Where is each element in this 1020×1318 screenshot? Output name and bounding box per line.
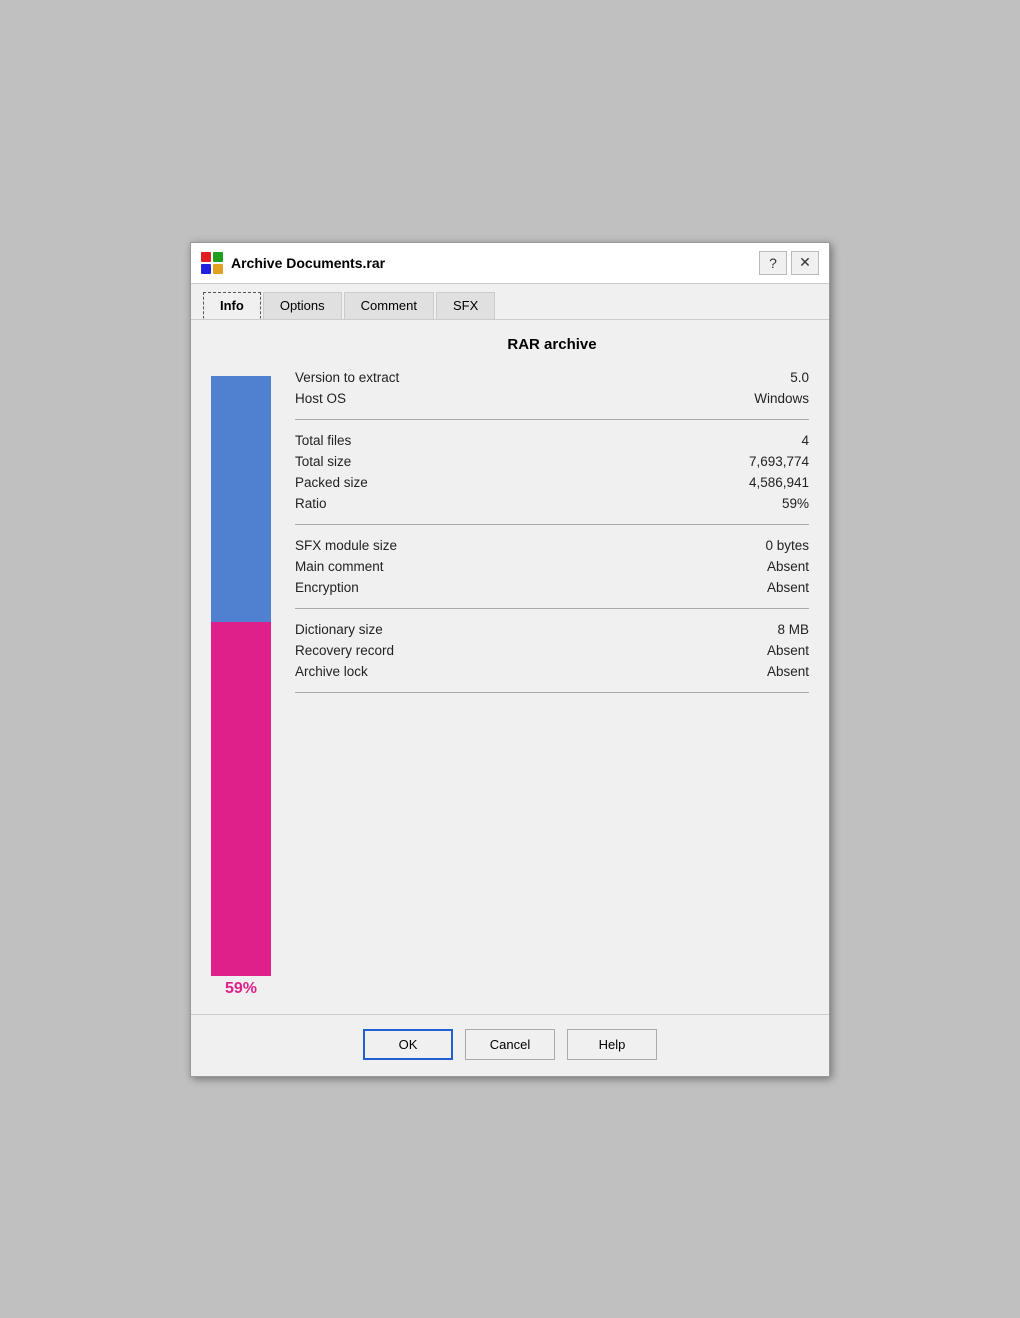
content-area: 59% RAR archive Version to extract 5.0 H…	[191, 320, 829, 1014]
main-window: Archive Documents.rar ? ✕ Info Options C…	[190, 242, 830, 1077]
ok-button[interactable]: OK	[363, 1029, 453, 1060]
value-dict-size: 8 MB	[777, 622, 809, 637]
row-hostos: Host OS Windows	[295, 388, 809, 409]
label-main-comment: Main comment	[295, 559, 384, 574]
ratio-label: 59%	[225, 980, 257, 998]
title-bar-controls: ? ✕	[759, 251, 819, 275]
title-bar: Archive Documents.rar ? ✕	[191, 243, 829, 284]
row-sfx-module: SFX module size 0 bytes	[295, 535, 809, 556]
value-recovery-record: Absent	[767, 643, 809, 658]
label-total-size: Total size	[295, 454, 351, 469]
label-total-files: Total files	[295, 433, 351, 448]
label-version: Version to extract	[295, 370, 399, 385]
info-area: RAR archive Version to extract 5.0 Host …	[295, 336, 809, 998]
value-packed-size: 4,586,941	[749, 475, 809, 490]
info-group-3: SFX module size 0 bytes Main comment Abs…	[295, 535, 809, 598]
label-encryption: Encryption	[295, 580, 359, 595]
row-total-files: Total files 4	[295, 430, 809, 451]
divider-4	[295, 692, 809, 693]
row-packed-size: Packed size 4,586,941	[295, 472, 809, 493]
main-area: 59% RAR archive Version to extract 5.0 H…	[211, 336, 809, 998]
row-version: Version to extract 5.0	[295, 367, 809, 388]
divider-2	[295, 524, 809, 525]
value-version: 5.0	[790, 370, 809, 385]
label-ratio: Ratio	[295, 496, 327, 511]
row-main-comment: Main comment Absent	[295, 556, 809, 577]
tab-info[interactable]: Info	[203, 292, 261, 319]
label-dict-size: Dictionary size	[295, 622, 383, 637]
window-title: Archive Documents.rar	[231, 255, 759, 271]
label-hostos: Host OS	[295, 391, 346, 406]
divider-3	[295, 608, 809, 609]
row-total-size: Total size 7,693,774	[295, 451, 809, 472]
value-encryption: Absent	[767, 580, 809, 595]
section-title: RAR archive	[295, 336, 809, 353]
tab-bar: Info Options Comment SFX	[191, 284, 829, 320]
tab-sfx[interactable]: SFX	[436, 292, 495, 319]
footer: OK Cancel Help	[191, 1014, 829, 1076]
value-sfx-module: 0 bytes	[765, 538, 809, 553]
tab-comment[interactable]: Comment	[344, 292, 434, 319]
chart-area: 59%	[211, 336, 271, 998]
value-archive-lock: Absent	[767, 664, 809, 679]
cancel-button[interactable]: Cancel	[465, 1029, 555, 1060]
value-total-size: 7,693,774	[749, 454, 809, 469]
value-main-comment: Absent	[767, 559, 809, 574]
row-recovery-record: Recovery record Absent	[295, 640, 809, 661]
info-group-4: Dictionary size 8 MB Recovery record Abs…	[295, 619, 809, 682]
row-dict-size: Dictionary size 8 MB	[295, 619, 809, 640]
tab-options[interactable]: Options	[263, 292, 342, 319]
help-button[interactable]: ?	[759, 251, 787, 275]
help-footer-button[interactable]: Help	[567, 1029, 657, 1060]
row-ratio: Ratio 59%	[295, 493, 809, 514]
bar-packed	[211, 376, 271, 622]
app-icon	[201, 252, 223, 274]
value-ratio: 59%	[782, 496, 809, 511]
label-sfx-module: SFX module size	[295, 538, 397, 553]
value-hostos: Windows	[754, 391, 809, 406]
label-archive-lock: Archive lock	[295, 664, 368, 679]
info-group-1: Version to extract 5.0 Host OS Windows	[295, 367, 809, 409]
label-recovery-record: Recovery record	[295, 643, 394, 658]
label-packed-size: Packed size	[295, 475, 368, 490]
divider-1	[295, 419, 809, 420]
info-group-2: Total files 4 Total size 7,693,774 Packe…	[295, 430, 809, 514]
close-button[interactable]: ✕	[791, 251, 819, 275]
bar-ratio	[211, 622, 271, 976]
value-total-files: 4	[801, 433, 809, 448]
row-archive-lock: Archive lock Absent	[295, 661, 809, 682]
row-encryption: Encryption Absent	[295, 577, 809, 598]
compression-bar	[211, 376, 271, 976]
